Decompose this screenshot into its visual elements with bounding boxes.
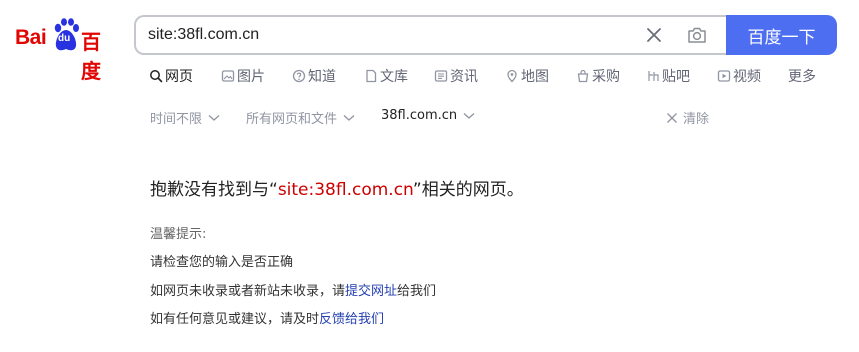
- notice-query: site:38fl.com.cn: [277, 180, 413, 200]
- notice-open-quote: “: [269, 180, 278, 200]
- feedback-link[interactable]: 反馈给我们: [319, 312, 384, 327]
- tab-zhidao[interactable]: 知道: [292, 66, 336, 86]
- tab-images[interactable]: 图片: [221, 66, 265, 86]
- tab-web[interactable]: 网页: [149, 66, 193, 86]
- logo-text-chinese: 百度: [81, 30, 101, 83]
- document-icon: [366, 69, 377, 83]
- chevron-down-icon: [463, 112, 475, 119]
- baidu-logo[interactable]: Bai du 百度: [15, 17, 120, 83]
- tab-label: 视频: [733, 69, 761, 85]
- close-icon[interactable]: [644, 25, 664, 45]
- notice-close-quote: ”: [412, 180, 422, 200]
- tips-title: 温馨提示:: [150, 227, 207, 242]
- tab-video[interactable]: 视频: [717, 66, 761, 86]
- notice-prefix: 抱歉没有找到与: [150, 180, 269, 200]
- tip-text: 如网页未收录或者新站未收录，请: [150, 284, 346, 299]
- chevron-down-icon: [208, 114, 220, 121]
- no-results-message: 抱歉没有找到与“site:38fl.com.cn”相关的网页。: [150, 175, 524, 200]
- tab-label: 贴吧: [662, 69, 690, 85]
- search-box: [134, 15, 726, 55]
- filter-label: 时间不限: [150, 112, 203, 127]
- tab-label: 更多: [788, 69, 816, 85]
- search-input[interactable]: [148, 17, 628, 53]
- video-icon: [717, 70, 731, 82]
- tab-label: 图片: [237, 69, 265, 85]
- tab-label: 文库: [380, 69, 408, 85]
- camera-icon[interactable]: [686, 24, 708, 46]
- logo-text-bai: Bai: [15, 26, 47, 49]
- news-icon: [434, 70, 448, 82]
- search-button[interactable]: 百度一下: [726, 15, 837, 55]
- clear-filter-button[interactable]: 清除: [666, 108, 709, 127]
- search-icon: [150, 70, 163, 83]
- site-filter[interactable]: 38fl.com.cn: [381, 108, 475, 123]
- tab-map[interactable]: 地图: [505, 66, 549, 86]
- tieba-icon: [648, 71, 659, 81]
- tab-shopping[interactable]: 采购: [576, 66, 620, 86]
- tip-text: 给我们: [397, 284, 437, 299]
- tip-submit-url: 如网页未收录或者新站未收录，请提交网址给我们: [150, 280, 436, 299]
- tab-news[interactable]: 资讯: [434, 66, 478, 86]
- tab-label: 网页: [165, 69, 193, 85]
- tab-label: 知道: [308, 69, 336, 85]
- filter-label: 所有网页和文件: [246, 112, 338, 127]
- chevron-down-icon: [343, 114, 355, 121]
- tab-tieba[interactable]: 贴吧: [646, 66, 690, 86]
- shopping-icon: [577, 69, 589, 83]
- tab-label: 地图: [521, 69, 549, 85]
- filter-label: 38fl.com.cn: [381, 108, 458, 123]
- tab-more[interactable]: 更多: [788, 66, 816, 86]
- notice-suffix: 相关的网页。: [421, 180, 524, 200]
- tip-feedback: 如有任何意见或建议，请及时反馈给我们: [150, 308, 384, 327]
- tab-wenku[interactable]: 文库: [364, 66, 408, 86]
- close-icon: [667, 112, 677, 123]
- tab-label: 资讯: [450, 69, 478, 85]
- logo-text-du: du: [58, 33, 71, 44]
- image-icon: [221, 70, 235, 82]
- time-filter[interactable]: 时间不限: [150, 108, 220, 127]
- submit-url-link[interactable]: 提交网址: [345, 284, 397, 299]
- map-icon: [507, 69, 517, 83]
- tip-check-input: 请检查您的输入是否正确: [150, 255, 294, 270]
- filter-label: 清除: [683, 112, 710, 127]
- tab-label: 采购: [592, 69, 620, 85]
- type-filter[interactable]: 所有网页和文件: [246, 108, 355, 127]
- tip-text: 如有任何意见或建议，请及时: [150, 312, 320, 327]
- question-icon: [292, 69, 306, 83]
